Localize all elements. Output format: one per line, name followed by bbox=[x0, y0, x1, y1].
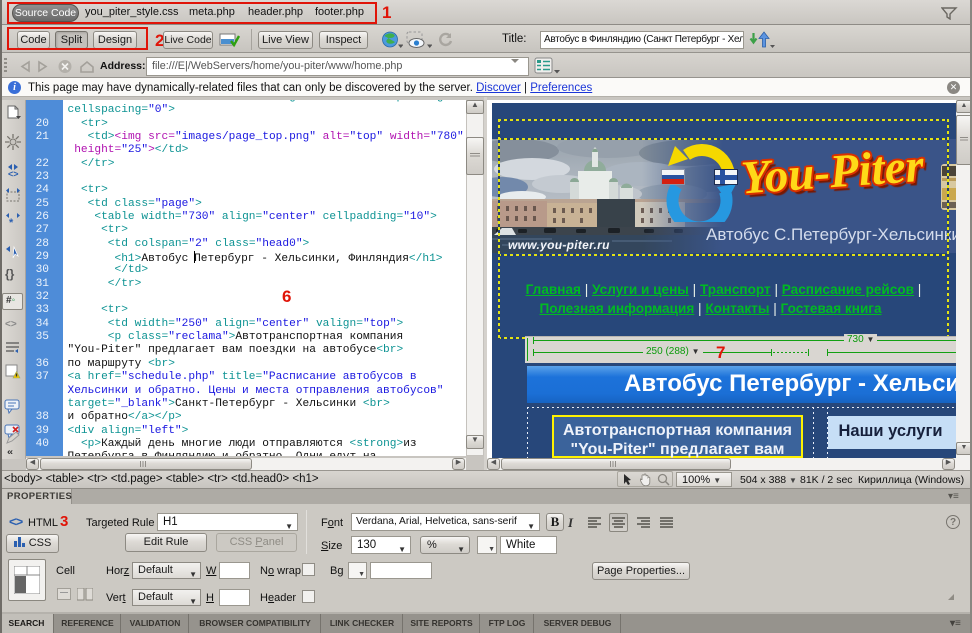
svg-text:<>: <> bbox=[8, 169, 19, 178]
svg-text:*: * bbox=[9, 217, 14, 227]
